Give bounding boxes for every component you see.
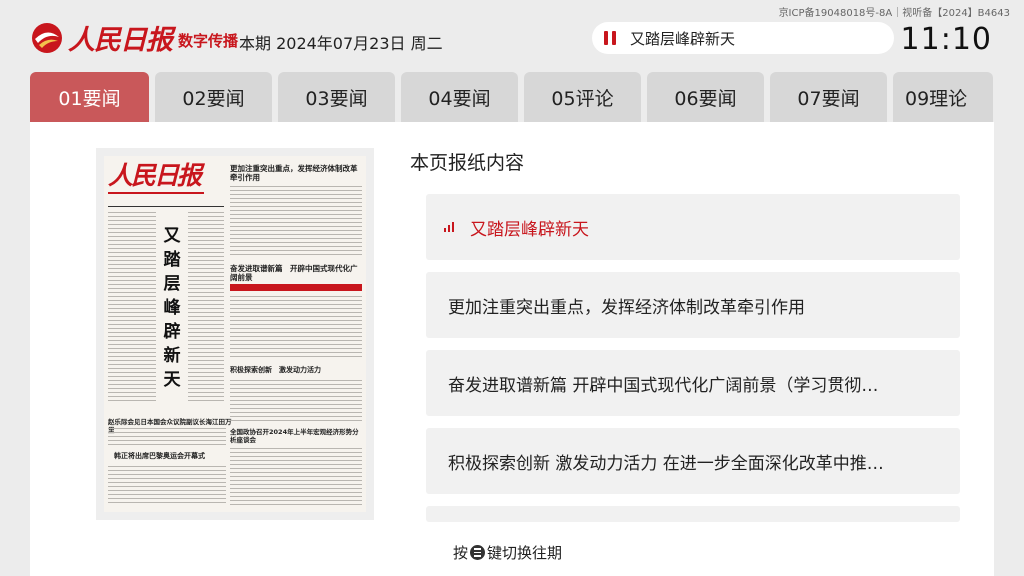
tab-03[interactable]: 03要闻 (278, 72, 395, 122)
newspaper-page: 人民日报 更加注重突出重点，发挥经济体制改革牵引作用 又踏层峰辟新天 奋发进取谱… (104, 156, 366, 512)
paper-vertical-headline: 又踏层峰辟新天 (163, 226, 181, 390)
switch-issue-hint: 按 键切换往期 (453, 542, 562, 563)
clock: 11:10 (900, 22, 992, 57)
menu-key-icon (470, 545, 486, 560)
article-item-2[interactable]: 更加注重突出重点，发挥经济体制改革牵引作用 (426, 272, 960, 338)
article-list: 又踏层峰辟新天 更加注重突出重点，发挥经济体制改革牵引作用 奋发进取谱新篇 开辟… (426, 194, 960, 522)
tab-01[interactable]: 01要闻 (30, 72, 149, 122)
article-title: 奋发进取谱新篇 开辟中国式现代化广阔前景（学习贯彻… (448, 375, 879, 396)
section-tabs: 01要闻 02要闻 03要闻 04要闻 05评论 06要闻 07要闻 09理论 (30, 72, 994, 122)
tab-06[interactable]: 06要闻 (647, 72, 764, 122)
paper-headline-6: 韩正将出席巴黎奥运会开幕式 (114, 452, 205, 460)
tab-02[interactable]: 02要闻 (155, 72, 272, 122)
icp-license: 京ICP备19048018号-8A｜视听备【2024】B4643 (778, 8, 1010, 19)
article-title: 又踏层峰辟新天 (470, 219, 589, 240)
pause-icon[interactable] (604, 31, 616, 45)
tab-09[interactable]: 09理论 (893, 72, 993, 122)
hint-prefix: 按 (453, 544, 469, 562)
tab-04[interactable]: 04要闻 (401, 72, 518, 122)
hint-suffix: 键切换往期 (487, 544, 563, 562)
now-playing-bar[interactable]: 又踏层峰辟新天 (592, 22, 894, 54)
article-title: 更加注重突出重点，发挥经济体制改革牵引作用 (448, 297, 805, 318)
logo-subtitle: 数字传播 (178, 32, 239, 50)
article-item-5-partial[interactable] (426, 506, 960, 522)
page-content-title: 本页报纸内容 (410, 152, 525, 174)
top-bar: 人民日报 数字传播 本期 2024年07月23日 周二 又踏层峰辟新天 京ICP… (0, 0, 1024, 70)
article-item-1[interactable]: 又踏层峰辟新天 (426, 194, 960, 260)
tab-07[interactable]: 07要闻 (770, 72, 887, 122)
paper-headline-5: 全国政协召开2024年上半年宏观经济形势分析座谈会 (230, 428, 359, 444)
now-playing-title: 又踏层峰辟新天 (630, 29, 736, 48)
logo-text: 人民日报 (68, 25, 173, 56)
content-panel: 人民日报 更加注重突出重点，发挥经济体制改革牵引作用 又踏层峰辟新天 奋发进取谱… (30, 122, 994, 576)
paper-masthead-name: 人民日报 (108, 161, 202, 190)
logo: 人民日报 数字传播 (30, 18, 238, 57)
paper-headline-1: 更加注重突出重点，发挥经济体制改革牵引作用 (230, 164, 358, 182)
tab-05[interactable]: 05评论 (524, 72, 641, 122)
issue-date: 本期 2024年07月23日 周二 (239, 34, 443, 53)
paper-masthead: 人民日报 (108, 162, 208, 198)
paper-red-bar (230, 284, 362, 291)
playing-icon (444, 222, 456, 232)
article-item-4[interactable]: 积极探索创新 激发动力活力 在进一步全面深化改革中推… (426, 428, 960, 494)
newspaper-thumbnail[interactable]: 人民日报 更加注重突出重点，发挥经济体制改革牵引作用 又踏层峰辟新天 奋发进取谱… (96, 148, 374, 520)
paper-headline-3: 积极探索创新 激发动力活力 (230, 366, 321, 374)
paper-headline-2: 奋发进取谱新篇 开辟中国式现代化广阔前景 (230, 264, 358, 282)
article-item-3[interactable]: 奋发进取谱新篇 开辟中国式现代化广阔前景（学习贯彻… (426, 350, 960, 416)
article-title: 积极探索创新 激发动力活力 在进一步全面深化改革中推… (448, 453, 884, 474)
logo-mark-icon (32, 22, 62, 53)
